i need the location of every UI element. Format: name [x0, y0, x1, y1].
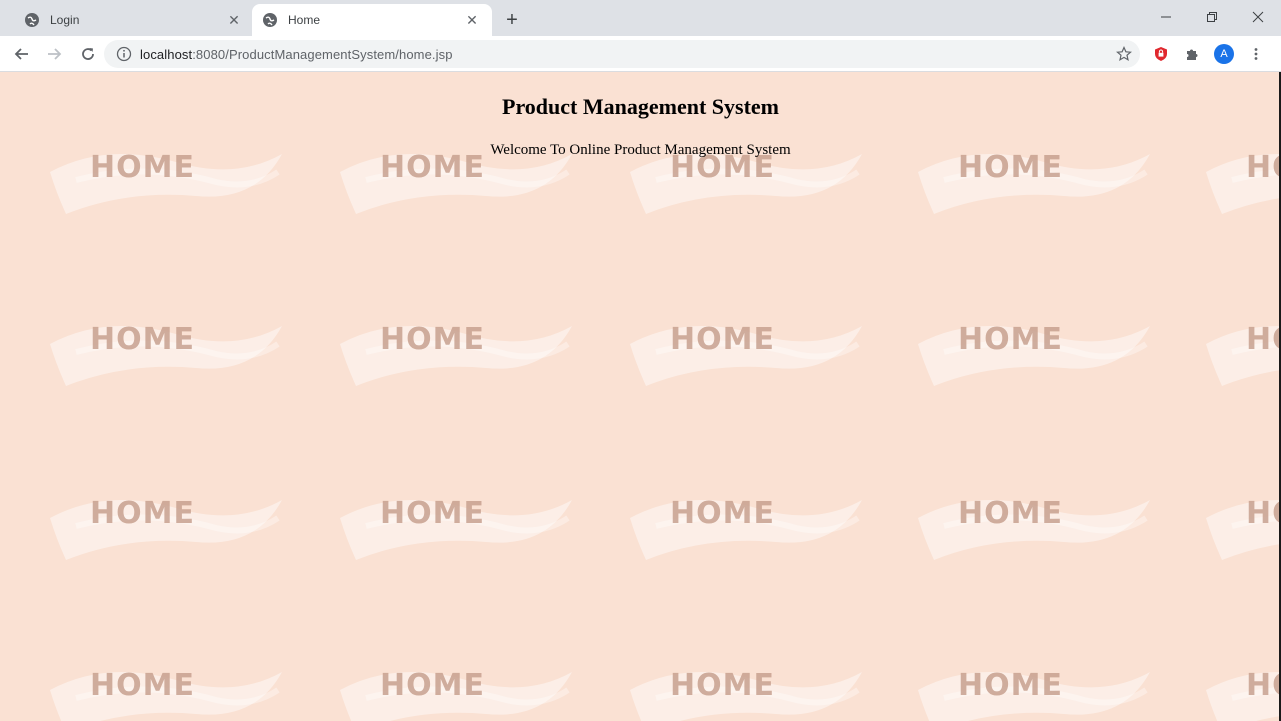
home-watermark-tile: HOME — [46, 650, 286, 721]
page-viewport: HOME HOME HOME HOME HOME HOME HOME HOME HOME HOME… — [0, 72, 1281, 721]
home-watermark-tile: HOME — [1202, 304, 1281, 404]
watermark-text: HOME — [90, 496, 195, 531]
shield-extension-icon[interactable] — [1149, 42, 1173, 66]
home-watermark-tile: HOME — [914, 478, 1154, 578]
star-icon[interactable] — [1112, 42, 1136, 66]
home-watermark-tile: HOME — [336, 304, 576, 404]
address-bar[interactable]: localhost:8080/ProductManagementSystem/h… — [104, 40, 1140, 68]
watermark-text: HOME — [1246, 322, 1281, 357]
watermark-text: HOME — [380, 668, 485, 703]
home-watermark-tile: HOME — [46, 478, 286, 578]
watermark-text: HOME — [90, 322, 195, 357]
url-host: localhost — [140, 46, 193, 62]
profile-avatar[interactable]: A — [1212, 42, 1236, 66]
info-icon[interactable] — [116, 46, 132, 62]
url-path: :8080/ProductManagementSystem/home.jsp — [192, 46, 453, 62]
home-watermark-tile: HOME — [336, 650, 576, 721]
page-content: Product Management System Welcome To Onl… — [0, 72, 1281, 159]
tab-home[interactable]: Home ✕ — [252, 4, 492, 36]
puzzle-icon[interactable] — [1180, 42, 1204, 66]
reload-icon[interactable] — [76, 42, 100, 66]
watermark-text: HOME — [90, 668, 195, 703]
back-arrow-icon[interactable] — [10, 42, 34, 66]
home-watermark-tile: HOME — [626, 304, 866, 404]
home-watermark-tile: HOME — [626, 650, 866, 721]
close-window-icon[interactable] — [1235, 0, 1281, 34]
minimize-icon[interactable] — [1143, 0, 1189, 34]
watermark-text: HOME — [958, 496, 1063, 531]
welcome-message: Welcome To Online Product Management Sys… — [490, 142, 791, 158]
window-controls — [1143, 0, 1281, 34]
close-tab-icon[interactable]: ✕ — [464, 12, 480, 28]
watermark-text: HOME — [958, 668, 1063, 703]
watermark-text: HOME — [670, 668, 775, 703]
url-text: localhost:8080/ProductManagementSystem/h… — [140, 47, 453, 62]
watermark-text: HOME — [1246, 496, 1281, 531]
globe-icon — [262, 12, 278, 28]
home-watermark-tile: HOME — [914, 650, 1154, 721]
home-watermark-tile: HOME — [914, 304, 1154, 404]
home-watermark-tile: HOME — [336, 478, 576, 578]
tab-login[interactable]: Login ✕ — [16, 4, 248, 36]
watermark-text: HOME — [380, 496, 485, 531]
close-tab-icon[interactable]: ✕ — [226, 12, 242, 28]
new-tab-button[interactable]: + — [500, 8, 524, 32]
home-watermark-tile: HOME — [1202, 650, 1281, 721]
watermark-text: HOME — [670, 496, 775, 531]
tab-strip: Login ✕ Home ✕ + — [0, 0, 1281, 36]
tab-title: Home — [288, 13, 321, 27]
watermark-text: HOME — [958, 322, 1063, 357]
browser-toolbar: localhost:8080/ProductManagementSystem/h… — [0, 36, 1281, 72]
watermark-text: HOME — [380, 322, 485, 357]
home-watermark-tile: HOME — [1202, 478, 1281, 578]
globe-icon — [24, 12, 40, 28]
page-title: Product Management System — [502, 94, 779, 119]
restore-icon[interactable] — [1189, 0, 1235, 34]
forward-arrow-icon[interactable] — [42, 42, 66, 66]
home-watermark-tile: HOME — [46, 304, 286, 404]
menu-icon[interactable] — [1244, 42, 1268, 66]
home-watermark-tile: HOME — [626, 478, 866, 578]
tab-title: Login — [50, 13, 80, 27]
watermark-text: HOME — [1246, 668, 1281, 703]
browser-window: Login ✕ Home ✕ + localhost:8080/ProductM… — [0, 0, 1281, 721]
watermark-text: HOME — [670, 322, 775, 357]
avatar: A — [1214, 44, 1234, 64]
